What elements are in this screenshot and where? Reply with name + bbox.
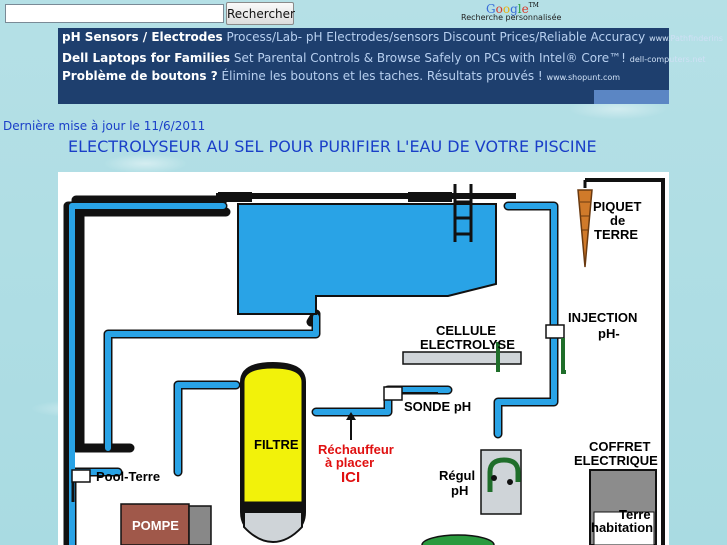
page-title: ELECTROLYSEUR AU SEL POUR PURIFIER L'EAU… bbox=[68, 137, 597, 156]
ad-url[interactable]: www.shopunt.com bbox=[547, 73, 621, 82]
label-electrique: ELECTRIQUE bbox=[574, 453, 658, 468]
filter-tank-inner bbox=[243, 367, 303, 503]
sonde-fitting-icon bbox=[383, 386, 403, 401]
pump-motor bbox=[188, 505, 212, 545]
pool-diagram: PIQUET de TERRE INJECTION pH- CELLULE EL… bbox=[58, 172, 669, 545]
label-habitation: habitation bbox=[591, 520, 653, 535]
label-cellule: CELLULE bbox=[436, 323, 496, 338]
acid-tank bbox=[421, 534, 495, 545]
electrolysis-cell-icon bbox=[402, 351, 522, 365]
label-pompe: POMPE bbox=[132, 518, 179, 533]
label-electrolyse: ELECTROLYSE bbox=[420, 337, 515, 352]
ad-description[interactable]: Élimine les boutons et les taches. Résul… bbox=[222, 69, 543, 83]
ad-title[interactable]: Problème de boutons ? bbox=[62, 69, 218, 83]
label-sonde: SONDE pH bbox=[404, 399, 471, 414]
ad-url[interactable]: dell-computers.net bbox=[630, 55, 706, 64]
ad-title[interactable]: Dell Laptops for Families bbox=[62, 51, 230, 65]
search-caption: Recherche personnalisée bbox=[461, 13, 562, 22]
label-regul: Régul bbox=[439, 468, 475, 483]
search-bar: Rechercher GoogleTM Recherche personnali… bbox=[0, 0, 727, 28]
ad-footer bbox=[594, 90, 669, 104]
ad-description[interactable]: Set Parental Controls & Browse Safely on… bbox=[234, 51, 626, 65]
label-a-placer: à placer bbox=[325, 455, 374, 470]
label-filtre: FILTRE bbox=[254, 437, 299, 452]
filter-base bbox=[243, 511, 303, 544]
ad-item[interactable]: pH Sensors / Electrodes Process/Lab- pH … bbox=[62, 30, 723, 44]
label-pool-terre: Pool-Terre bbox=[96, 469, 160, 484]
ad-item[interactable]: Problème de boutons ? Élimine les bouton… bbox=[62, 69, 620, 83]
label-injection: INJECTION bbox=[568, 310, 637, 325]
pool-basin bbox=[237, 203, 497, 315]
pool-inlet-block bbox=[408, 192, 452, 202]
regul-roller bbox=[491, 475, 497, 481]
label-ph: pH bbox=[451, 483, 468, 498]
injection-fitting-icon bbox=[545, 324, 565, 339]
ad-title[interactable]: pH Sensors / Electrodes bbox=[62, 30, 223, 44]
pool-skimmer-block bbox=[218, 192, 252, 202]
google-tm: TM bbox=[528, 2, 539, 9]
search-input[interactable] bbox=[5, 4, 224, 23]
label-terre: TERRE bbox=[594, 227, 638, 242]
regul-roller bbox=[507, 479, 513, 485]
search-button[interactable]: Rechercher bbox=[226, 2, 295, 25]
label-coffret: COFFRET bbox=[589, 439, 650, 454]
diagram-svg: PIQUET de TERRE INJECTION pH- CELLULE EL… bbox=[63, 178, 665, 545]
ad-url[interactable]: www.Pathfinderins bbox=[649, 34, 723, 43]
label-de: de bbox=[610, 213, 625, 228]
pool-terre-fitting-icon bbox=[71, 469, 91, 483]
label-piquet: PIQUET bbox=[593, 199, 641, 214]
label-ici: ICI bbox=[341, 469, 360, 486]
ad-description[interactable]: Process/Lab- pH Electrodes/sensors Disco… bbox=[226, 30, 645, 44]
label-ph-minus: pH- bbox=[598, 326, 620, 341]
last-update-text: Dernière mise à jour le 11/6/2011 bbox=[3, 119, 206, 133]
ad-item[interactable]: Dell Laptops for Families Set Parental C… bbox=[62, 51, 706, 65]
ad-box: pH Sensors / Electrodes Process/Lab- pH … bbox=[58, 28, 723, 104]
